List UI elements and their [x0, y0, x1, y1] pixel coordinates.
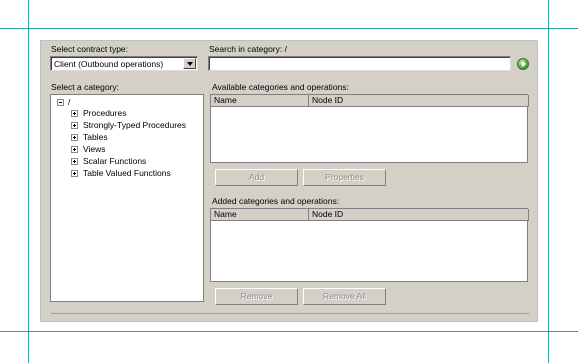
- category-label: Select a category:: [51, 82, 120, 92]
- tree-node-label: Tables: [83, 132, 108, 142]
- add-button[interactable]: Add: [215, 169, 298, 186]
- guide-line-top: [0, 28, 578, 29]
- properties-button[interactable]: Properties: [303, 169, 386, 186]
- column-header-name[interactable]: Name: [211, 209, 309, 221]
- column-header-node-id[interactable]: Node ID: [309, 95, 529, 107]
- available-label: Available categories and operations:: [212, 82, 349, 92]
- collapse-icon[interactable]: [57, 99, 64, 106]
- column-header-node-id[interactable]: Node ID: [309, 209, 529, 221]
- added-list[interactable]: Name Node ID: [210, 208, 529, 282]
- chevron-down-icon[interactable]: [183, 58, 196, 69]
- search-input[interactable]: [208, 56, 511, 71]
- remove-all-button[interactable]: Remove All: [303, 288, 386, 305]
- tree-node-label: Procedures: [83, 108, 127, 118]
- column-header-name[interactable]: Name: [211, 95, 309, 107]
- go-search-icon[interactable]: [517, 58, 529, 70]
- category-tree[interactable]: / Procedures Strongly-Typed Procedures T…: [50, 94, 204, 302]
- available-list[interactable]: Name Node ID: [210, 94, 529, 163]
- guide-line-bottom: [0, 331, 578, 332]
- expand-icon[interactable]: [71, 158, 78, 165]
- contract-type-select[interactable]: Client (Outbound operations): [50, 56, 198, 71]
- bottom-separator: [51, 313, 529, 314]
- column-header-filler: [503, 95, 529, 107]
- column-header-filler: [503, 209, 529, 221]
- search-label: Search in category: /: [209, 44, 287, 54]
- tree-node-label: Views: [83, 144, 106, 154]
- remove-button[interactable]: Remove: [215, 288, 298, 305]
- guide-line-right: [548, 0, 549, 363]
- dialog-panel: Select contract type: Client (Outbound o…: [40, 40, 538, 322]
- tree-node-root-label: /: [68, 97, 71, 107]
- tree-node-label: Strongly-Typed Procedures: [83, 120, 186, 130]
- expand-icon[interactable]: [71, 134, 78, 141]
- expand-icon[interactable]: [71, 146, 78, 153]
- tree-node-label: Scalar Functions: [83, 156, 147, 166]
- expand-icon[interactable]: [71, 170, 78, 177]
- tree-node-label: Table Valued Functions: [83, 168, 171, 178]
- contract-type-label: Select contract type:: [51, 44, 129, 54]
- contract-type-value: Client (Outbound operations): [54, 59, 164, 69]
- guide-line-left: [28, 0, 29, 363]
- added-label: Added categories and operations:: [212, 196, 340, 206]
- expand-icon[interactable]: [71, 122, 78, 129]
- expand-icon[interactable]: [71, 110, 78, 117]
